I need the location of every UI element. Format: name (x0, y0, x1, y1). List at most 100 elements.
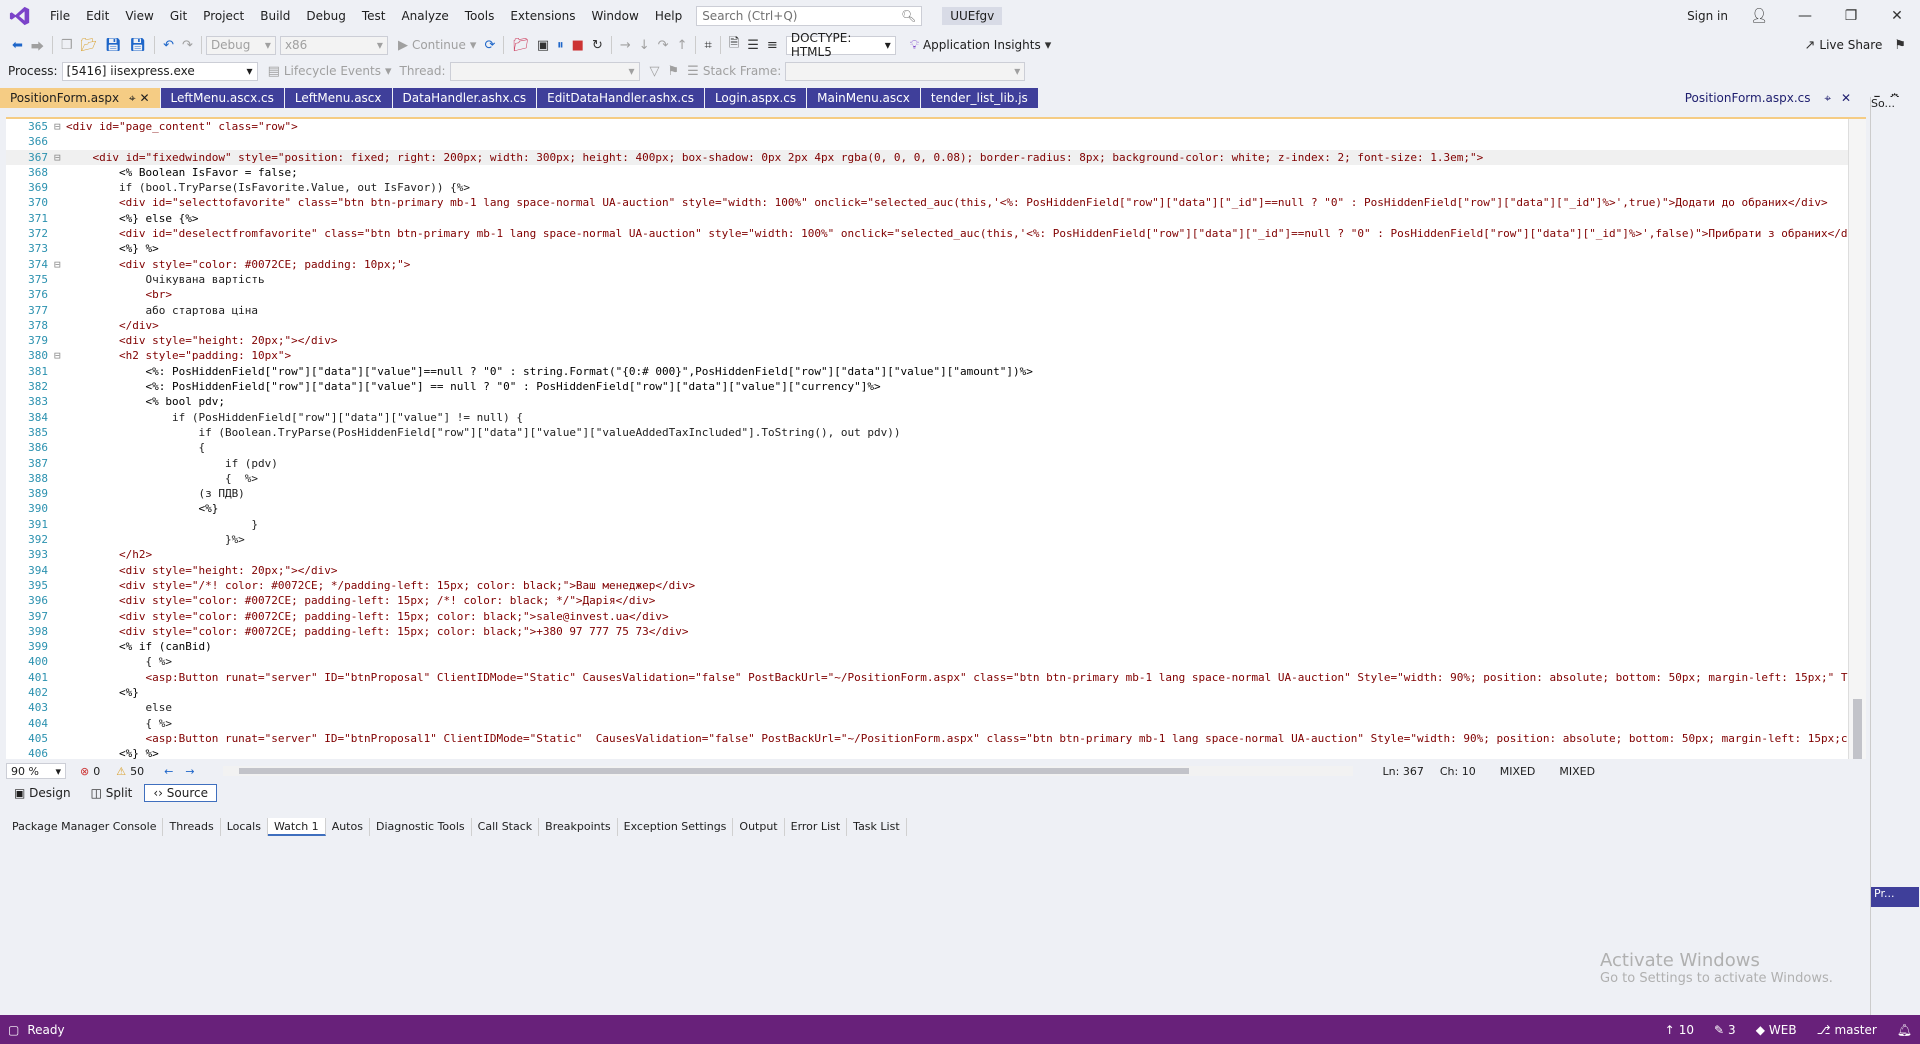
show-next-statement-icon[interactable]: → (616, 38, 635, 53)
thread-combo[interactable]: ▾ (449, 61, 640, 81)
comment-icon[interactable]: ≡ (763, 38, 782, 53)
branch-name[interactable]: master (1834, 1023, 1876, 1037)
fold-gutter[interactable] (54, 241, 66, 256)
code-line[interactable]: 377 або стартова ціна (6, 303, 1866, 318)
toolwindow-call-stack[interactable]: Call Stack (472, 818, 540, 836)
step-over-icon[interactable]: ↷ (654, 38, 673, 53)
tab-leftmenu-ascx-cs[interactable]: LeftMenu.ascx.cs (160, 88, 284, 108)
filter-icon[interactable]: ▽ (646, 64, 664, 79)
menu-analyze[interactable]: Analyze (393, 0, 456, 32)
navigate-back-icon[interactable]: ← (164, 765, 173, 778)
fold-gutter[interactable] (54, 195, 66, 210)
changes-count[interactable]: 3 (1728, 1023, 1736, 1037)
warning-icon[interactable]: ⚠ (116, 765, 126, 778)
minimize-button[interactable]: — (1782, 8, 1828, 24)
redo-icon[interactable]: ↷ (178, 38, 197, 53)
code-line[interactable]: 401 <asp:Button runat="server" ID="btnPr… (6, 670, 1866, 685)
zoom-combo[interactable]: 90 % ▾ (6, 763, 66, 779)
toolwindow-exception-settings[interactable]: Exception Settings (618, 818, 734, 836)
tab-positionform-aspx-cs[interactable]: PositionForm.aspx.cs ⌖ ✕ (1674, 88, 1861, 108)
code-line[interactable]: 392 }%> (6, 532, 1866, 547)
sign-in-link[interactable]: Sign in (1687, 9, 1728, 23)
fold-gutter[interactable] (54, 609, 66, 624)
list-icon[interactable]: ☰ (743, 38, 763, 53)
app-insights-icon[interactable]: 💡︎ (906, 38, 923, 53)
code-line[interactable]: 395 <div style="/*! color: #0072CE; */pa… (6, 578, 1866, 593)
close-window-button[interactable]: ✕ (1874, 8, 1920, 24)
stack-frame-combo[interactable]: ▾ (785, 61, 1026, 81)
code-line[interactable]: 378 </div> (6, 318, 1866, 333)
menu-extensions[interactable]: Extensions (502, 0, 583, 32)
error-icon[interactable]: ⊗ (80, 765, 89, 778)
code-line[interactable]: 382 <%: PosHiddenField["row"]["data"]["v… (6, 379, 1866, 394)
tab-mainmenu-ascx[interactable]: MainMenu.ascx (807, 88, 920, 108)
back-icon[interactable]: ⬅ (8, 38, 27, 53)
up-arrow-icon[interactable]: ↑ (1665, 1023, 1675, 1037)
fold-gutter[interactable] (54, 394, 66, 409)
document-icon[interactable]: 🗎︎ (725, 34, 743, 56)
open-folder-icon[interactable]: 📂︎ (77, 38, 102, 53)
fold-gutter[interactable] (54, 440, 66, 455)
solution-name[interactable]: UUEfgv (942, 7, 1003, 25)
code-line[interactable]: 370 <div id="selecttofavorite" class="bt… (6, 195, 1866, 210)
fold-gutter[interactable] (54, 410, 66, 425)
fold-gutter[interactable] (54, 226, 66, 241)
horizontal-scrollbar[interactable] (222, 766, 1353, 776)
tab-close-icon[interactable]: ⌖ ✕ (125, 91, 150, 105)
menu-view[interactable]: View (117, 0, 161, 32)
fold-gutter[interactable]: ⊟ (54, 150, 66, 165)
menu-git[interactable]: Git (162, 0, 195, 32)
split-view-button[interactable]: ◫ Split (83, 785, 141, 801)
tab-leftmenu-ascx[interactable]: LeftMenu.ascx (284, 88, 392, 108)
tab-positionform-aspx[interactable]: PositionForm.aspx ⌖ ✕ (0, 88, 160, 108)
fold-gutter[interactable] (54, 456, 66, 471)
restore-button[interactable]: ❐ (1828, 8, 1874, 24)
toolwindow-breakpoints[interactable]: Breakpoints (539, 818, 618, 836)
code-line[interactable]: 399 <% if (canBid) (6, 639, 1866, 654)
search-box[interactable]: Search (Ctrl+Q) 🔍︎ (696, 6, 923, 26)
code-line[interactable]: 400 { %> (6, 654, 1866, 669)
pin-icon[interactable]: ⌖ (1824, 91, 1831, 105)
fold-gutter[interactable] (54, 333, 66, 348)
new-item-icon[interactable]: ❒ (57, 38, 77, 53)
browse-icon[interactable]: 📁︎ (508, 38, 533, 53)
lifecycle-icon[interactable]: ▤ (264, 64, 284, 79)
toolwindow-autos[interactable]: Autos (326, 818, 370, 836)
branch-icon[interactable]: ⎇ (1817, 1023, 1831, 1037)
fold-gutter[interactable] (54, 731, 66, 746)
hex-icon[interactable]: ⌗ (700, 38, 715, 53)
fold-gutter[interactable] (54, 746, 66, 759)
fold-gutter[interactable] (54, 532, 66, 547)
fold-gutter[interactable]: ⊟ (54, 348, 66, 363)
code-line[interactable]: 398 <div style="color: #0072CE; padding-… (6, 624, 1866, 639)
continue-icon[interactable]: ▶ (394, 38, 412, 53)
code-line[interactable]: 367 ⊟ <div id="fixedwindow" style="positi… (6, 149, 1866, 165)
toolwindow-output[interactable]: Output (733, 818, 785, 836)
tab-editdatahandler-ashx-cs[interactable]: EditDataHandler.ashx.cs (537, 88, 704, 108)
code-line[interactable]: 386 { (6, 440, 1866, 455)
menu-window[interactable]: Window (584, 0, 647, 32)
fold-gutter[interactable] (54, 716, 66, 731)
lifecycle-events-button[interactable]: Lifecycle Events (284, 64, 381, 78)
fold-gutter[interactable] (54, 318, 66, 333)
fold-gutter[interactable] (54, 593, 66, 608)
fold-gutter[interactable] (54, 685, 66, 700)
code-line[interactable]: 394 <div style="height: 20px;"></div> (6, 563, 1866, 578)
fold-gutter[interactable] (54, 654, 66, 669)
fold-gutter[interactable] (54, 379, 66, 394)
toolwindow-watch-1[interactable]: Watch 1 (267, 818, 326, 836)
menu-edit[interactable]: Edit (78, 0, 117, 32)
fold-gutter[interactable] (54, 563, 66, 578)
fold-gutter[interactable] (54, 180, 66, 195)
fold-gutter[interactable]: ⊟ (54, 119, 66, 134)
code-line[interactable]: 390 <%} (6, 501, 1866, 516)
forward-icon[interactable]: ⮕ (27, 36, 48, 55)
close-icon[interactable]: ✕ (1841, 91, 1851, 105)
fold-gutter[interactable] (54, 501, 66, 516)
pause-icon[interactable]: ⏸︎ (553, 38, 568, 53)
fold-gutter[interactable] (54, 517, 66, 532)
platform-combo[interactable]: x86 ▾ (279, 35, 388, 55)
menu-file[interactable]: File (42, 0, 78, 32)
toolwindow-locals[interactable]: Locals (221, 818, 268, 836)
step-out-icon[interactable]: ↑ (673, 38, 692, 53)
